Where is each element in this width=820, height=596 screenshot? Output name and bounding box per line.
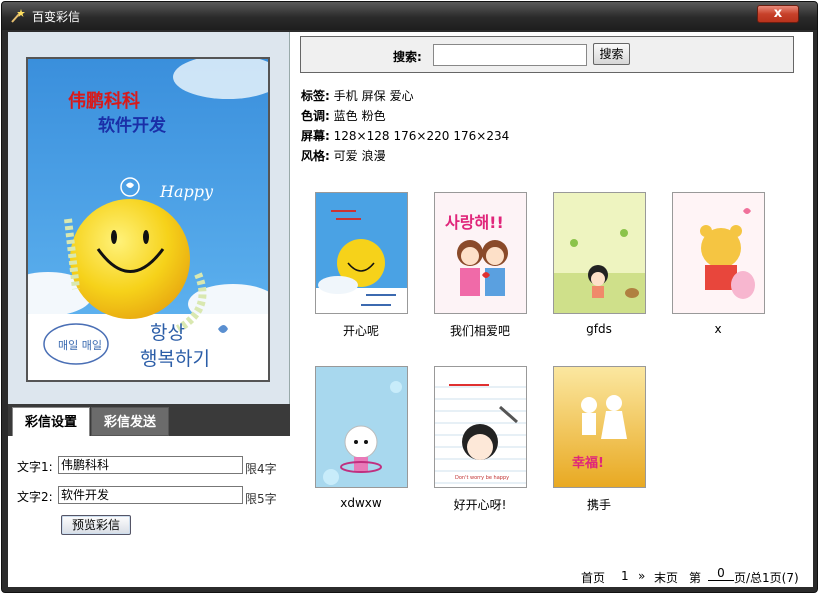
text2-label: 文字2: bbox=[17, 490, 53, 504]
filter-tags: 标签: 手机 屏保 爱心 bbox=[301, 87, 418, 104]
title-bar: 百变彩信 x bbox=[2, 2, 817, 30]
settings-tab-bar: 彩信设置 彩信发送 bbox=[8, 404, 290, 436]
preview-line2: 软件开发 bbox=[98, 115, 167, 136]
thumbnail-card[interactable]: 사랑해!! bbox=[434, 192, 527, 314]
app-window: 百变彩信 x 伟鹏科科 软件开发 Happy 매일 매일 항상 행복하기 彩信设… bbox=[1, 1, 818, 593]
preview-korean1: 항상 bbox=[150, 322, 185, 344]
search-button[interactable]: 搜索 bbox=[593, 43, 630, 65]
thumbnail-caption[interactable]: 我们相爱吧 bbox=[420, 322, 540, 339]
text2-limit: 限5字 bbox=[245, 492, 277, 506]
thumb-happy-text: Don't worry be happy bbox=[455, 475, 509, 481]
filter-link[interactable]: 蓝色 bbox=[334, 109, 358, 123]
thumbnail-caption[interactable]: 携手 bbox=[539, 496, 659, 513]
text1-label: 文字1: bbox=[17, 460, 53, 474]
preview-mms-button[interactable]: 预览彩信 bbox=[61, 515, 131, 535]
filter-link[interactable]: 爱心 bbox=[390, 89, 414, 103]
thumbnail-cotton-image bbox=[316, 367, 407, 487]
mms-preview-image: 伟鹏科科 软件开发 Happy 매일 매일 항상 행복하기 bbox=[26, 57, 270, 382]
pager-total: 页/总1页(7) bbox=[734, 571, 799, 585]
filter-link[interactable]: 粉色 bbox=[362, 109, 386, 123]
thumbnail-couple-image: 사랑해!! bbox=[435, 193, 526, 313]
search-bar: 搜索: 搜索 bbox=[300, 36, 794, 73]
thumbnail-notebook-image: Don't worry be happy bbox=[435, 367, 526, 487]
preview-bubble: 매일 매일 bbox=[58, 338, 102, 352]
filter-style-label: 风格: bbox=[301, 149, 330, 163]
pager-current[interactable]: 1 bbox=[621, 569, 629, 583]
filter-tone: 色调: 蓝色 粉色 bbox=[301, 107, 390, 124]
mms-preview-art: 伟鹏科科 软件开发 Happy 매일 매일 항상 행복하기 bbox=[28, 59, 268, 380]
search-input[interactable] bbox=[433, 44, 587, 66]
thumbnail-caption[interactable]: x bbox=[658, 322, 778, 336]
text1-input[interactable]: 伟鹏科科 bbox=[58, 456, 243, 474]
pager-next[interactable]: » bbox=[638, 569, 645, 583]
pager-last[interactable]: 末页 bbox=[654, 569, 678, 586]
preview-happy: Happy bbox=[159, 182, 214, 201]
filter-screen: 屏幕: 128×128 176×220 176×234 bbox=[301, 127, 513, 144]
search-label: 搜索: bbox=[393, 50, 422, 64]
thumbnail-card[interactable] bbox=[672, 192, 765, 314]
thumb-fortune-text: 幸福! bbox=[572, 455, 604, 471]
filter-link[interactable]: 手机 bbox=[334, 89, 358, 103]
filter-tags-label: 标签: bbox=[301, 89, 330, 103]
filter-link[interactable]: 屏保 bbox=[362, 89, 386, 103]
thumbnail-garden-image bbox=[554, 193, 645, 313]
pager-goto-prefix: 第 bbox=[689, 571, 702, 585]
text1-limit: 限4字 bbox=[245, 462, 277, 476]
thumbnail-card[interactable] bbox=[315, 192, 408, 314]
right-pane: 搜索: 搜索 标签: 手机 屏保 爱心 色调: 蓝色 粉色 屏幕: 128×128 17… bbox=[291, 32, 813, 587]
thumbnail-caption[interactable]: 开心呢 bbox=[301, 322, 421, 339]
text2-input[interactable]: 软件开发 bbox=[58, 486, 243, 504]
preview-line1: 伟鹏科科 bbox=[68, 90, 140, 112]
thumb-love-text: 사랑해!! bbox=[445, 213, 504, 232]
pager-first[interactable]: 首页 bbox=[581, 569, 605, 586]
left-pane: 伟鹏科科 软件开发 Happy 매일 매일 항상 행복하기 彩信设置 彩信发送 … bbox=[8, 32, 290, 587]
thumbnail-card[interactable] bbox=[553, 192, 646, 314]
filter-link[interactable]: 176×220 bbox=[394, 129, 450, 143]
filter-link[interactable]: 浪漫 bbox=[362, 149, 386, 163]
thumbnail-caption[interactable]: xdwxw bbox=[301, 496, 421, 510]
filter-link[interactable]: 可爱 bbox=[334, 149, 358, 163]
settings-panel: 文字1: 伟鹏科科 限4字 文字2: 软件开发 限5字 预览彩信 bbox=[8, 436, 290, 587]
client-area: 伟鹏科科 软件开发 Happy 매일 매일 항상 행복하기 彩信设置 彩信发送 … bbox=[8, 32, 813, 587]
thumbnail-caption[interactable]: gfds bbox=[539, 322, 659, 336]
thumbnail-card[interactable] bbox=[315, 366, 408, 488]
thumbnail-card[interactable]: Don't worry be happy bbox=[434, 366, 527, 488]
filter-style: 风格: 可爱 浪漫 bbox=[301, 147, 390, 164]
window-title: 百变彩信 bbox=[32, 10, 81, 24]
filter-tone-label: 色调: bbox=[301, 109, 330, 123]
page-number-input[interactable]: 0 bbox=[708, 567, 734, 581]
preview-korean2: 행복하기 bbox=[140, 348, 210, 370]
tab-mms-send[interactable]: 彩信发送 bbox=[91, 407, 169, 436]
filter-link[interactable]: 128×128 bbox=[334, 129, 390, 143]
tab-mms-settings[interactable]: 彩信设置 bbox=[12, 407, 90, 436]
close-button[interactable]: x bbox=[757, 5, 799, 23]
thumbnail-together-image: 幸福! bbox=[554, 367, 645, 487]
filter-screen-label: 屏幕: bbox=[301, 129, 330, 143]
thumbnail-card[interactable]: 幸福! bbox=[553, 366, 646, 488]
app-wand-icon bbox=[11, 9, 25, 23]
thumbnail-pooh-image bbox=[673, 193, 764, 313]
filter-link[interactable]: 176×234 bbox=[453, 129, 509, 143]
thumbnail-smiley-image bbox=[316, 193, 407, 313]
thumbnail-caption[interactable]: 好开心呀! bbox=[420, 496, 540, 513]
